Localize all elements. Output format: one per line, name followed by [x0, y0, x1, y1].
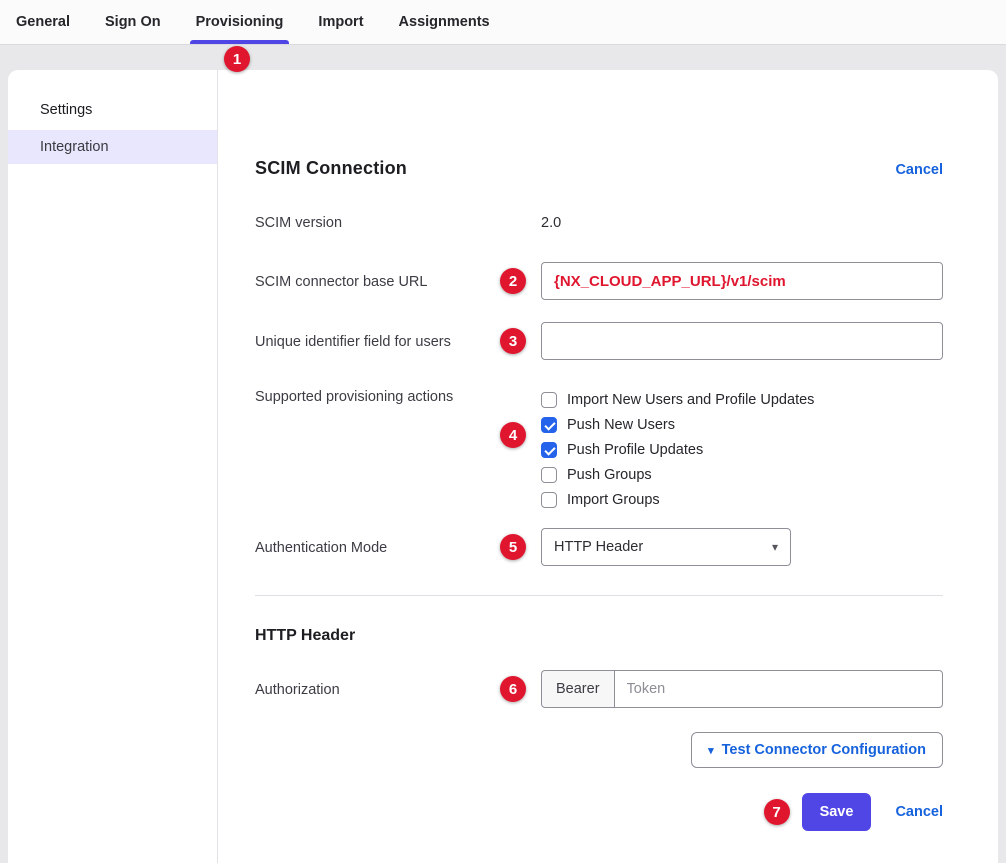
checkbox[interactable]	[541, 492, 557, 508]
chevron-down-icon: ▾	[708, 744, 714, 757]
scim-version-value: 2.0	[541, 213, 943, 233]
annotation-badge-6: 6	[500, 676, 526, 702]
checkbox-row-import-groups[interactable]: Import Groups	[541, 487, 943, 512]
checkbox-row-push-new-users[interactable]: Push New Users	[541, 412, 943, 437]
save-button[interactable]: Save	[802, 793, 872, 831]
checkbox-row-push-profile-updates[interactable]: Push Profile Updates	[541, 437, 943, 462]
checkbox[interactable]	[541, 442, 557, 458]
cancel-link-top[interactable]: Cancel	[895, 162, 943, 178]
tab-sign-on[interactable]: Sign On	[105, 0, 161, 44]
checkbox-row-import-users[interactable]: Import New Users and Profile Updates	[541, 387, 943, 412]
bearer-prefix: Bearer	[541, 670, 615, 708]
annotation-badge-7: 7	[764, 799, 790, 825]
checkbox[interactable]	[541, 467, 557, 483]
content-card: Settings Integration SCIM Connection Can…	[8, 70, 998, 863]
http-header-section-heading: HTTP Header	[255, 627, 943, 645]
checkbox-label: Push Profile Updates	[567, 442, 703, 458]
checkbox-label: Import New Users and Profile Updates	[567, 392, 814, 408]
page-title: SCIM Connection	[255, 158, 407, 179]
checkbox-label: Push New Users	[567, 417, 675, 433]
annotation-badge-1: 1	[224, 46, 250, 72]
cancel-link-bottom[interactable]: Cancel	[895, 804, 943, 820]
annotation-badge-5: 5	[500, 534, 526, 560]
provisioning-form: SCIM Connection Cancel SCIM version 2.0 …	[218, 70, 998, 863]
test-connector-button[interactable]: ▾ Test Connector Configuration	[691, 732, 943, 768]
annotation-badge-2: 2	[500, 268, 526, 294]
checkbox[interactable]	[541, 392, 557, 408]
auth-mode-label: Authentication Mode	[255, 528, 541, 558]
sidebar-heading: Settings	[8, 94, 217, 130]
tab-general[interactable]: General	[16, 0, 70, 44]
checkbox-row-push-groups[interactable]: Push Groups	[541, 462, 943, 487]
auth-mode-selected-value: HTTP Header	[554, 539, 643, 555]
section-divider	[255, 595, 943, 596]
token-input[interactable]	[614, 670, 943, 708]
actions-label: Supported provisioning actions	[255, 387, 541, 407]
checkbox[interactable]	[541, 417, 557, 433]
test-connector-button-label: Test Connector Configuration	[722, 742, 926, 758]
annotation-badge-3: 3	[500, 328, 526, 354]
app-tab-bar: General Sign On Provisioning Import Assi…	[0, 0, 1006, 45]
auth-mode-select[interactable]: HTTP Header ▾	[541, 528, 791, 566]
unique-id-label: Unique identifier field for users	[255, 322, 541, 352]
unique-id-input[interactable]	[541, 322, 943, 360]
scim-version-label: SCIM version	[255, 213, 541, 233]
tab-import[interactable]: Import	[318, 0, 363, 44]
settings-sidebar: Settings Integration	[8, 70, 218, 863]
annotation-badge-4: 4	[500, 422, 526, 448]
checkbox-label: Import Groups	[567, 492, 660, 508]
checkbox-label: Push Groups	[567, 467, 652, 483]
tab-provisioning[interactable]: Provisioning	[196, 0, 284, 44]
sidebar-item-integration[interactable]: Integration	[8, 130, 217, 164]
tab-assignments[interactable]: Assignments	[399, 0, 490, 44]
chevron-down-icon: ▾	[772, 540, 778, 554]
authorization-label: Authorization	[255, 670, 541, 700]
base-url-input[interactable]	[541, 262, 943, 300]
base-url-label: SCIM connector base URL	[255, 262, 541, 292]
